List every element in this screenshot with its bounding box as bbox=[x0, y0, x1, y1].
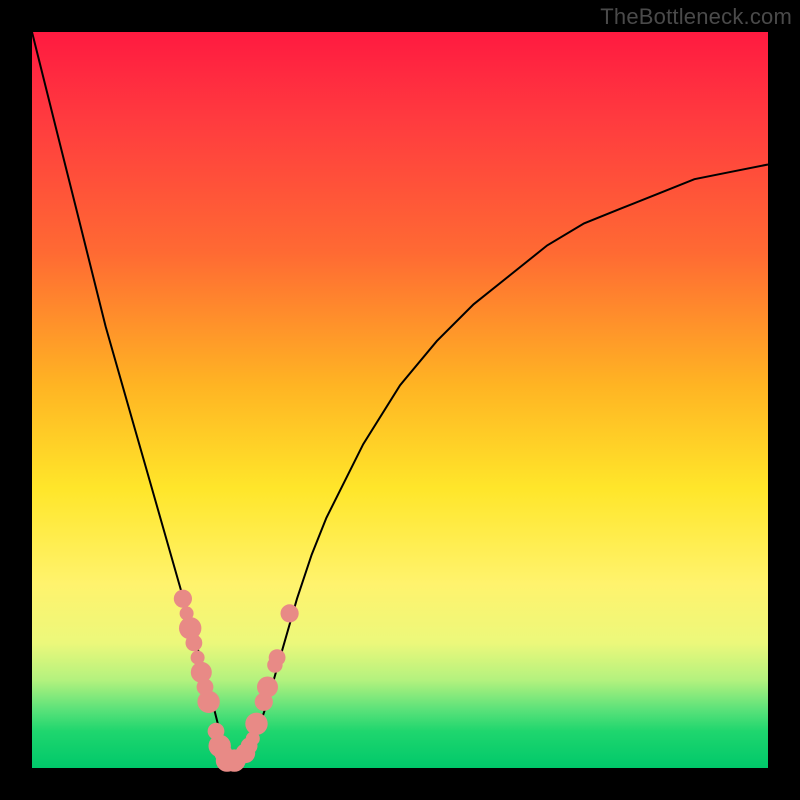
watermark-text: TheBottleneck.com bbox=[600, 4, 792, 30]
curve-marker bbox=[269, 649, 286, 666]
curve-marker bbox=[197, 691, 219, 713]
plot-area bbox=[32, 32, 768, 768]
curve-marker bbox=[186, 635, 203, 652]
marker-group bbox=[174, 590, 299, 772]
curve-marker bbox=[174, 590, 192, 608]
curve-marker bbox=[245, 713, 267, 735]
curve-svg bbox=[32, 32, 768, 768]
curve-marker bbox=[281, 604, 299, 622]
bottleneck-curve bbox=[32, 32, 768, 768]
chart-frame: TheBottleneck.com bbox=[0, 0, 800, 800]
curve-marker bbox=[257, 677, 278, 698]
